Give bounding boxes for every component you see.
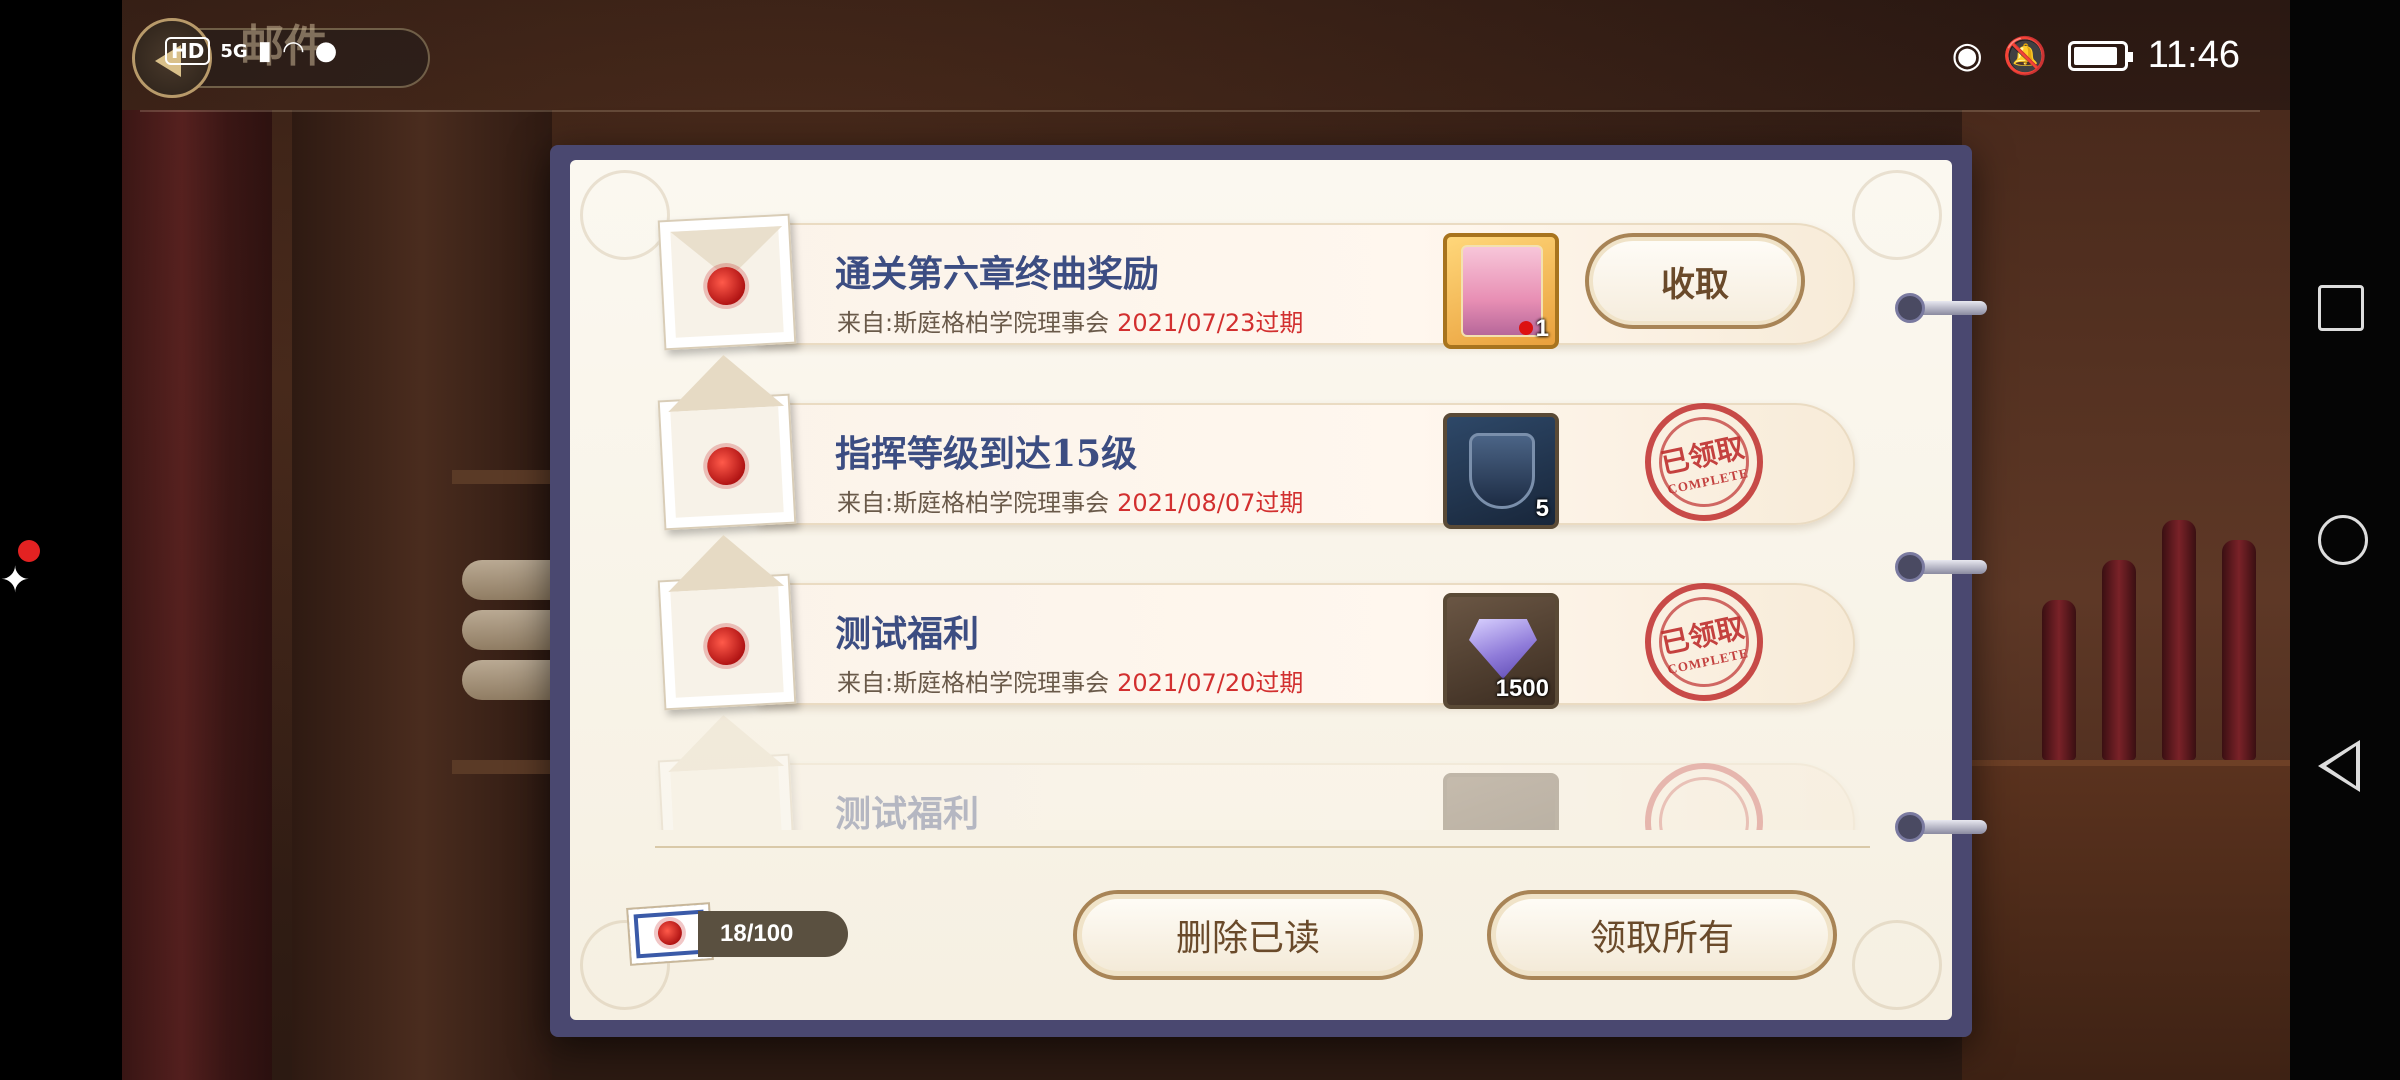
eye-comfort-icon: ◉	[1951, 35, 1983, 76]
mail-item[interactable]: 测试福利 来自:斯庭格柏学院理事会 2021/07/20过期 1500 已领取 C…	[655, 532, 1860, 725]
open-envelope-icon	[657, 712, 797, 830]
reward-item[interactable]	[1443, 773, 1559, 830]
mail-item[interactable]: 测试福利	[655, 712, 1860, 830]
hd-icon: HD	[165, 37, 211, 65]
binder-ring	[1895, 293, 1995, 323]
envelope-icon	[657, 213, 797, 351]
signal-icon: ▮	[257, 36, 272, 66]
wax-seal-icon	[657, 920, 683, 946]
bottle-decoration	[2222, 540, 2256, 760]
corner-ornament	[1852, 170, 1942, 260]
status-right-icons: ◉ 🔕 11:46	[1951, 34, 2240, 77]
diamond-gem-icon	[1469, 619, 1537, 679]
mail-count: 18/100	[698, 911, 848, 957]
top-divider	[140, 110, 2260, 112]
home-icon[interactable]	[2318, 515, 2368, 565]
mail-item[interactable]: 指挥等级到达15级 来自:斯庭格柏学院理事会 2021/08/07过期 5 已领取…	[655, 352, 1860, 545]
open-envelope-icon	[657, 532, 797, 711]
floating-assist-icon[interactable]: ✦	[0, 560, 30, 601]
reward-item[interactable]: 1	[1443, 233, 1559, 349]
item-count: 1500	[1495, 675, 1549, 702]
mail-title: 指挥等级到达15级	[835, 433, 1138, 475]
navigation-bar	[2290, 0, 2400, 1080]
mail-expire: 2021/08/07过期	[1117, 489, 1304, 517]
new-dot	[1519, 321, 1533, 335]
open-envelope-icon	[657, 352, 797, 531]
recent-apps-icon[interactable]	[2318, 285, 2364, 331]
mail-expire: 2021/07/23过期	[1117, 309, 1304, 337]
cabinet-decoration	[1962, 760, 2290, 1080]
wifi-icon: ◠	[281, 36, 305, 66]
qq-icon: ●	[314, 36, 338, 66]
status-bar: 邮件 HD 5G ▮ ◠ ● ◉ 🔕 11:46	[0, 0, 2400, 110]
mute-bell-icon: 🔕	[2002, 35, 2048, 77]
curtain-decoration	[122, 110, 272, 1080]
item-count: 5	[1535, 495, 1549, 522]
claim-button[interactable]: 收取	[1585, 233, 1805, 329]
reward-item[interactable]: 1500	[1443, 593, 1559, 709]
clock: 11:46	[2147, 34, 2240, 76]
mail-meta: 来自:斯庭格柏学院理事会 2021/08/07过期	[837, 483, 1303, 518]
mail-item[interactable]: 通关第六章终曲奖励 来自:斯庭格柏学院理事会 2021/07/23过期 1 收取	[655, 205, 1860, 365]
mail-sender: 来自:斯庭格柏学院理事会	[837, 309, 1110, 337]
mail-title: 通关第六章终曲奖励	[835, 253, 1160, 295]
battery-icon	[2067, 40, 2133, 71]
binder-ring	[1895, 552, 1995, 582]
status-left-icons: HD 5G ▮ ◠ ●	[165, 36, 337, 66]
back-nav-icon[interactable]	[2318, 740, 2360, 792]
item-count: 1	[1535, 315, 1549, 342]
mail-sender: 来自:斯庭格柏学院理事会	[837, 489, 1110, 517]
delete-read-button[interactable]: 删除已读	[1073, 890, 1423, 980]
bottle-decoration	[2102, 560, 2136, 760]
reward-item[interactable]: 5	[1443, 413, 1559, 529]
mail-sender: 来自:斯庭格柏学院理事会	[837, 669, 1110, 697]
mail-expire: 2021/07/20过期	[1117, 669, 1304, 697]
mail-list[interactable]: 通关第六章终曲奖励 来自:斯庭格柏学院理事会 2021/07/23过期 1 收取 …	[655, 205, 1860, 830]
mail-meta: 来自:斯庭格柏学院理事会 2021/07/23过期	[837, 303, 1303, 338]
bottle-decoration	[2042, 600, 2076, 760]
binder-ring	[1895, 812, 1995, 842]
mail-title: 测试福利	[835, 613, 980, 655]
corner-ornament	[1852, 920, 1942, 1010]
list-divider	[655, 846, 1870, 848]
claim-all-button[interactable]: 领取所有	[1487, 890, 1837, 980]
network-label: 5G	[220, 40, 248, 62]
mail-meta: 来自:斯庭格柏学院理事会 2021/07/20过期	[837, 663, 1303, 698]
bottle-decoration	[2162, 520, 2196, 760]
mail-title: 测试福利	[835, 793, 980, 830]
shield-emblem-icon	[1469, 433, 1535, 509]
notification-dot	[18, 540, 40, 562]
